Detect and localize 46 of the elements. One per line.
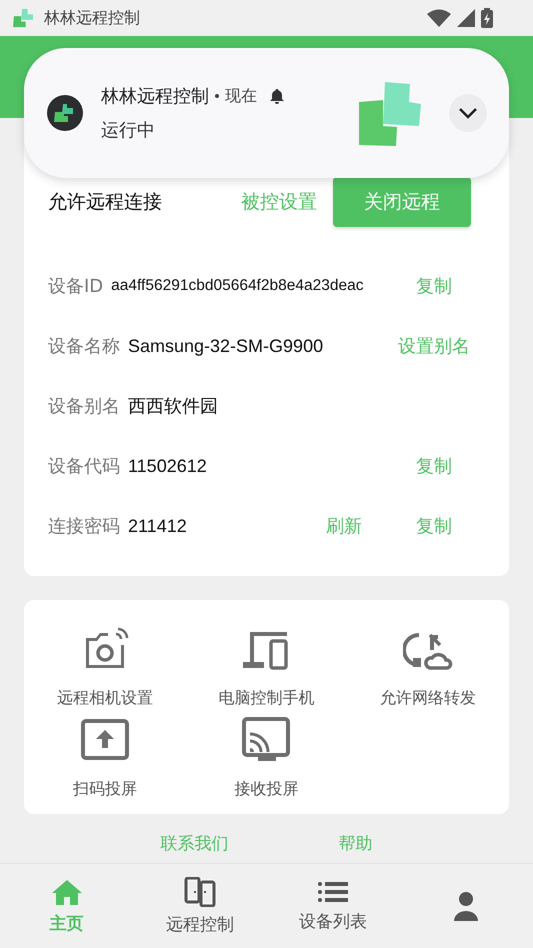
field-label: 设备ID <box>48 275 104 298</box>
field-value: 11502612 <box>128 456 207 476</box>
nav-tab[interactable]: 远程控制 <box>133 864 266 948</box>
field-value: Samsung-32-SM-G9900 <box>128 336 324 356</box>
feature-label[interactable]: 远程相机设置 <box>56 688 153 709</box>
field-label: 设备别名 <box>48 395 120 418</box>
feature-label[interactable]: 接收投屏 <box>234 779 298 800</box>
action-link[interactable]: 设置别名 <box>389 334 479 358</box>
field-label: 设备代码 <box>48 455 120 478</box>
nav-tab[interactable]: 主页 <box>0 864 134 948</box>
action-link[interactable]: 复制 <box>389 454 479 478</box>
app-logo-icon <box>47 95 83 131</box>
field-value: aa4ff56291cbd05664f2b8e4a23deac <box>111 277 364 295</box>
field-value: 211412 <box>128 516 187 536</box>
action-link[interactable]: 复制 <box>389 274 479 298</box>
separator-dot <box>215 94 219 98</box>
remote-label: 允许远程连接 <box>48 190 162 215</box>
settings-link[interactable]: 被控设置 <box>241 189 317 215</box>
field-label: 连接密码 <box>48 515 120 538</box>
notification-card[interactable]: 林林远程控制 现在 运行中 <box>24 48 509 178</box>
field-label: 设备名称 <box>48 335 120 358</box>
feature-label[interactable]: 电脑控制手机 <box>218 688 314 709</box>
action-link[interactable]: 刷新 <box>299 514 389 538</box>
notification-app-name: 林林远程控制 <box>101 85 209 108</box>
home-icon <box>50 878 83 906</box>
expand-button[interactable] <box>449 94 487 132</box>
wifi-icon <box>427 9 451 27</box>
feature-label[interactable]: 允许网络转发 <box>380 688 476 709</box>
chevron-down-icon <box>459 107 477 119</box>
action-link[interactable]: 复制 <box>389 514 479 538</box>
notification-text: 运行中 <box>101 119 156 142</box>
field-value: 西西软件园 <box>128 395 218 418</box>
close-remote-button[interactable]: 关闭远程 <box>333 177 471 227</box>
footer-link[interactable]: 帮助 <box>338 832 372 855</box>
list-icon <box>318 880 348 904</box>
app-logo-icon <box>357 80 423 146</box>
notification-time: 现在 <box>225 86 257 106</box>
footer-link[interactable]: 联系我们 <box>160 832 228 855</box>
battery-icon <box>481 8 493 28</box>
signal-icon <box>457 9 475 27</box>
bell-icon <box>269 88 285 104</box>
status-app-name: 林林远程控制 <box>44 8 140 28</box>
feature-label[interactable]: 扫码投屏 <box>72 779 137 800</box>
nav-tab[interactable]: 设备列表 <box>266 864 400 948</box>
phones-icon <box>184 876 216 906</box>
app-logo-icon <box>12 8 34 28</box>
